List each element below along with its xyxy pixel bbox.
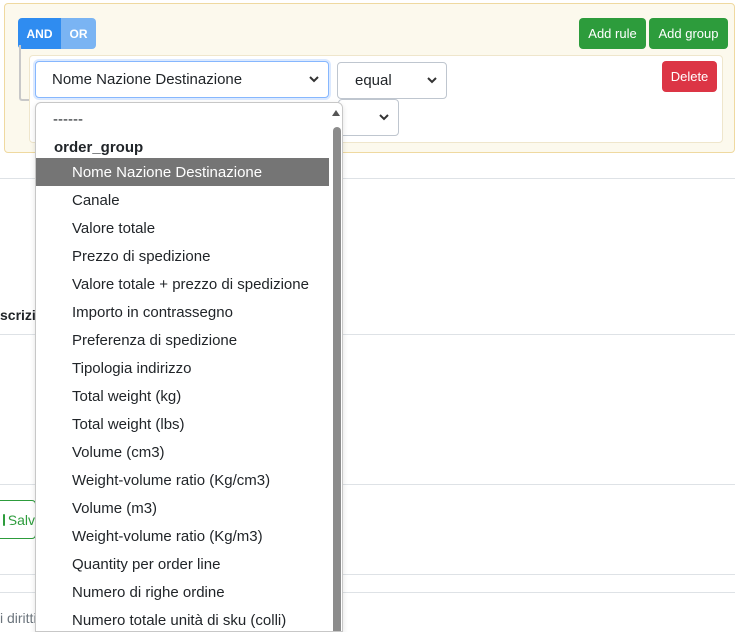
field-select[interactable]: Nome Nazione Destinazione	[35, 61, 329, 98]
dropdown-scrollbar[interactable]	[330, 103, 342, 631]
chevron-down-icon	[427, 77, 437, 84]
dropdown-option[interactable]: Prezzo di spedizione	[36, 242, 329, 270]
dropdown-option[interactable]: Valore totale	[36, 214, 329, 242]
dropdown-option[interactable]: Numero di righe ordine	[36, 578, 329, 606]
delete-rule-button[interactable]: Delete	[662, 61, 717, 92]
chevron-down-icon	[379, 114, 389, 121]
add-rule-button[interactable]: Add rule	[579, 18, 646, 49]
dropdown-option[interactable]: Numero totale unità di sku (colli)	[36, 606, 329, 631]
field-dropdown-list[interactable]: ------ order_group Nome Nazione Destinaz…	[35, 102, 343, 632]
triangle-up-icon[interactable]	[332, 110, 340, 116]
dropdown-option[interactable]: Nome Nazione Destinazione	[36, 158, 329, 186]
dropdown-option[interactable]: Volume (m3)	[36, 494, 329, 522]
value-select[interactable]	[338, 99, 399, 136]
dropdown-option[interactable]: Importo in contrassegno	[36, 298, 329, 326]
dropdown-option[interactable]: Valore totale + prezzo di spedizione	[36, 270, 329, 298]
dropdown-option[interactable]: Quantity per order line	[36, 550, 329, 578]
dropdown-option[interactable]: Preferenza di spedizione	[36, 326, 329, 354]
chevron-down-icon	[309, 76, 319, 83]
footer-rights-fragment: i diritti	[0, 610, 37, 626]
dropdown-option[interactable]: Total weight (kg)	[36, 382, 329, 410]
field-select-value: Nome Nazione Destinazione	[52, 71, 243, 88]
save-button-label: Salv	[7, 511, 35, 528]
dropdown-option[interactable]: Tipologia indirizzo	[36, 354, 329, 382]
operator-select[interactable]: equal	[337, 62, 447, 99]
condition-or-button[interactable]: OR	[61, 18, 96, 49]
dropdown-option[interactable]: Total weight (lbs)	[36, 410, 329, 438]
floppy-icon	[3, 513, 11, 526]
add-group-button[interactable]: Add group	[649, 18, 728, 49]
dropdown-option[interactable]: Weight-volume ratio (Kg/cm3)	[36, 466, 329, 494]
dropdown-option[interactable]: Weight-volume ratio (Kg/m3)	[36, 522, 329, 550]
dropdown-option[interactable]: Canale	[36, 186, 329, 214]
dropdown-group-label: order_group	[54, 138, 144, 156]
dropdown-option[interactable]: Volume (cm3)	[36, 438, 329, 466]
dropdown-placeholder-option[interactable]: ------	[36, 105, 329, 133]
operator-select-value: equal	[355, 72, 392, 89]
save-button[interactable]: Salv	[0, 500, 36, 539]
scrollbar-thumb[interactable]	[333, 127, 341, 631]
description-heading-fragment: scrizi	[0, 307, 36, 323]
